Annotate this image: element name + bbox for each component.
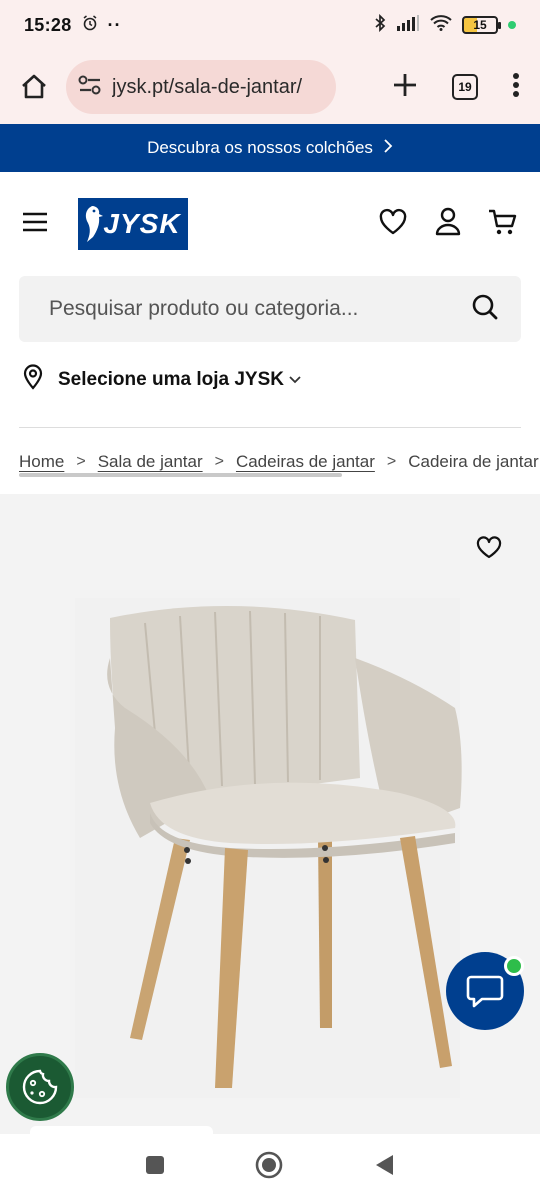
wishlist-button[interactable] bbox=[378, 208, 408, 241]
promo-banner-text: Descubra os nossos colchões bbox=[147, 138, 373, 157]
battery-icon: 15 bbox=[462, 16, 501, 34]
breadcrumb-separator: > bbox=[386, 453, 397, 470]
heart-icon bbox=[379, 208, 407, 234]
signal-icon bbox=[396, 14, 420, 36]
cookie-icon bbox=[22, 1069, 58, 1105]
plus-icon bbox=[394, 73, 416, 96]
recents-button[interactable] bbox=[145, 1155, 165, 1180]
heart-icon bbox=[476, 536, 502, 559]
logo-text: JYSK bbox=[103, 208, 181, 239]
store-selector-label: Selecione uma loja JYSK bbox=[58, 369, 284, 390]
address-bar[interactable]: jysk.pt/sala-de-jantar/ bbox=[66, 60, 336, 114]
hamburger-menu-button[interactable] bbox=[22, 211, 48, 238]
system-navigation-bar bbox=[0, 1134, 540, 1200]
new-tab-button[interactable] bbox=[392, 72, 418, 103]
product-image-area bbox=[0, 494, 540, 1134]
cart-button[interactable] bbox=[488, 207, 518, 242]
jysk-logo[interactable]: JYSK bbox=[78, 198, 188, 250]
square-icon bbox=[146, 1155, 164, 1174]
product-wishlist-button[interactable] bbox=[476, 536, 502, 565]
chevron-down-icon bbox=[288, 369, 302, 391]
browser-toolbar: jysk.pt/sala-de-jantar/ 19 bbox=[0, 50, 540, 124]
promo-banner[interactable]: Descubra os nossos colchões bbox=[0, 124, 540, 172]
home-button[interactable] bbox=[14, 67, 54, 107]
back-button[interactable] bbox=[373, 1153, 395, 1182]
user-icon bbox=[435, 207, 461, 235]
search-placeholder: Pesquisar produto ou categoria... bbox=[49, 297, 359, 320]
product-chair-image bbox=[75, 598, 462, 1098]
divider bbox=[19, 427, 521, 428]
alarm-icon bbox=[82, 14, 98, 36]
site-settings-icon[interactable] bbox=[78, 74, 102, 101]
more-notifications-icon: ·· bbox=[107, 14, 122, 35]
chevron-right-icon bbox=[383, 138, 393, 159]
privacy-indicator-dot bbox=[508, 21, 516, 29]
breadcrumb-dining-chairs[interactable]: Cadeiras de jantar bbox=[236, 452, 375, 472]
wifi-icon bbox=[430, 14, 452, 36]
breadcrumb-scrollbar[interactable] bbox=[19, 473, 342, 477]
tab-switcher-button[interactable]: 19 bbox=[452, 74, 478, 100]
breadcrumb-separator: > bbox=[214, 453, 224, 470]
bird-logo-icon bbox=[85, 206, 103, 242]
breadcrumb: Home > Sala de jantar > Cadeiras de jant… bbox=[19, 452, 540, 472]
cookie-settings-button[interactable] bbox=[6, 1053, 74, 1121]
search-input[interactable]: Pesquisar produto ou categoria... bbox=[19, 276, 521, 342]
back-triangle-icon bbox=[376, 1154, 393, 1175]
chat-online-indicator bbox=[504, 956, 524, 976]
cart-icon bbox=[489, 209, 517, 234]
bluetooth-icon bbox=[374, 13, 386, 37]
site-header: JYSK bbox=[0, 172, 540, 276]
breadcrumb-home[interactable]: Home bbox=[19, 452, 64, 472]
breadcrumb-separator: > bbox=[76, 453, 86, 470]
location-pin-icon bbox=[22, 364, 44, 396]
breadcrumb-dining-room[interactable]: Sala de jantar bbox=[98, 452, 203, 472]
home-nav-button[interactable] bbox=[255, 1151, 283, 1184]
search-icon bbox=[472, 294, 498, 319]
status-time: 15:28 bbox=[24, 14, 72, 35]
home-icon bbox=[22, 74, 46, 99]
circle-home-icon bbox=[255, 1151, 283, 1178]
url-text: jysk.pt/sala-de-jantar/ bbox=[112, 75, 303, 98]
menu-icon bbox=[23, 212, 47, 231]
breadcrumb-current: Cadeira de jantar bbox=[408, 452, 539, 471]
account-button[interactable] bbox=[434, 206, 462, 243]
status-bar: 15:28 ·· 15 bbox=[0, 0, 540, 50]
search-button[interactable] bbox=[471, 293, 499, 326]
store-selector[interactable]: Selecione uma loja JYSK bbox=[22, 364, 302, 396]
chat-bubble-icon bbox=[466, 975, 504, 1008]
browser-menu-button[interactable] bbox=[512, 72, 520, 103]
kebab-menu-icon bbox=[513, 72, 519, 97]
